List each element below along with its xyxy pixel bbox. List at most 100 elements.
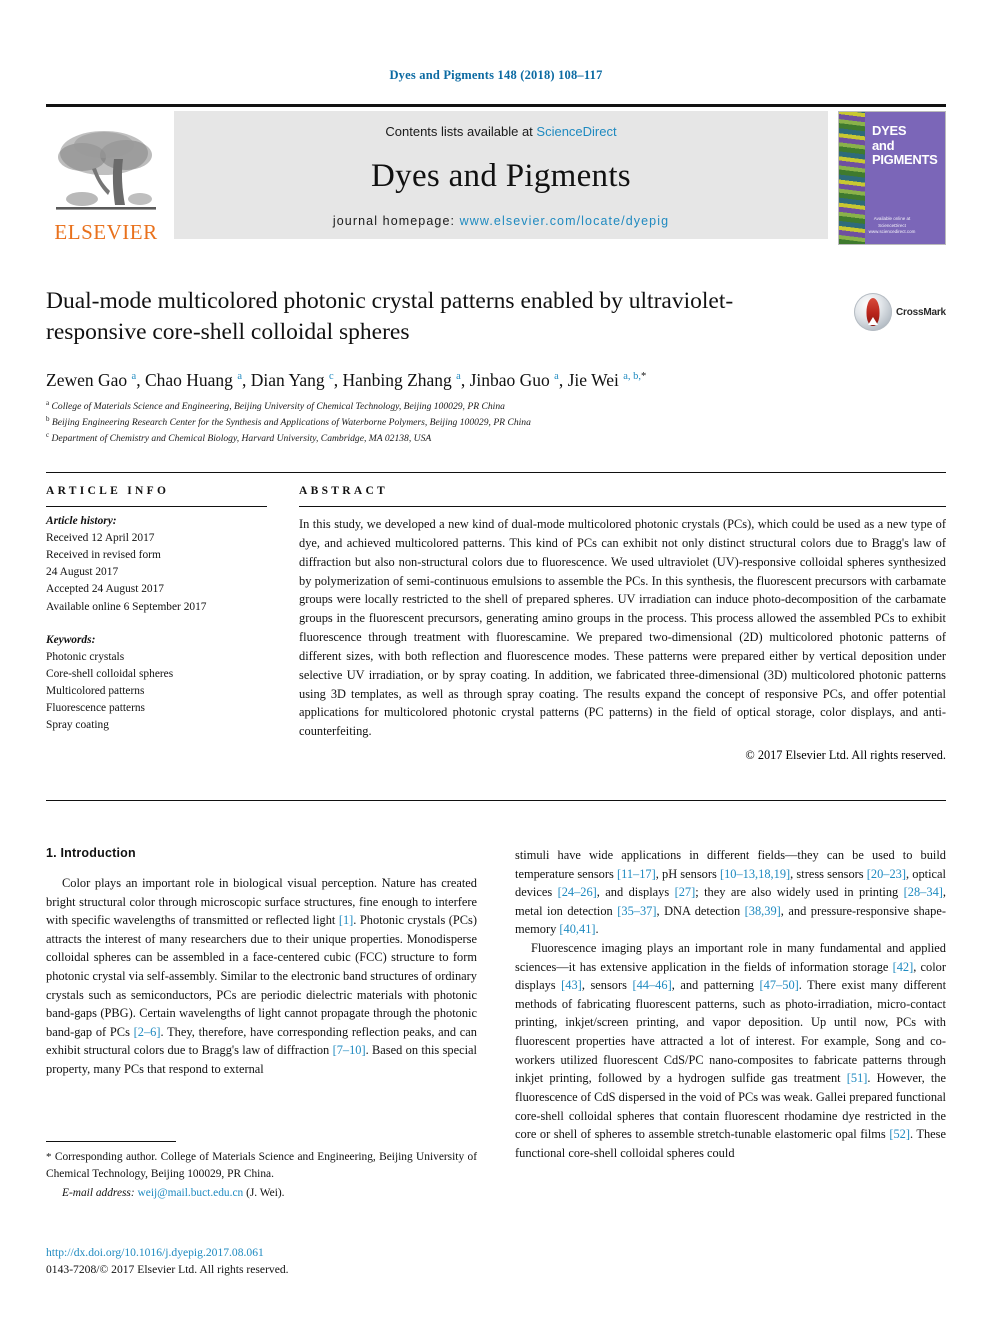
body-column-right: stimuli have wide applications in differ…	[515, 846, 946, 1162]
citation-reference[interactable]: [2–6]	[134, 1025, 161, 1039]
article-history-item: Available online 6 September 2017	[46, 600, 207, 613]
keyword-item: Multicolored patterns	[46, 684, 145, 697]
citation-reference[interactable]: [10–13,18,19]	[720, 867, 790, 881]
citation-reference[interactable]: [44–46]	[632, 978, 671, 992]
abstract-copyright: © 2017 Elsevier Ltd. All rights reserved…	[745, 748, 946, 763]
author-separator: ,	[558, 369, 568, 390]
paragraph-text: , and displays	[596, 885, 675, 900]
affiliation-row: b Beijing Engineering Research Center fo…	[46, 414, 946, 430]
body-paragraph: stimuli have wide applications in differ…	[515, 846, 946, 939]
body-column-left: 1. Introduction Color plays an important…	[46, 846, 477, 1162]
keyword-item: Fluorescence patterns	[46, 702, 145, 715]
article-history-item: Received 12 April 2017	[46, 532, 155, 545]
footnote-corresponding-body: Corresponding author. College of Materia…	[46, 1151, 477, 1180]
citation-reference[interactable]: [42]	[893, 960, 914, 974]
affiliation-text: Beijing Engineering Research Center for …	[49, 417, 531, 429]
cover-title: DYES and PIGMENTS	[872, 123, 938, 168]
left-column-paragraphs: Color plays an important role in biologi…	[46, 874, 477, 1079]
citation-reference[interactable]: [20–23]	[867, 867, 906, 881]
journal-masthead: ELSEVIER Contents lists available at Sci…	[46, 104, 946, 245]
keyword-item: Spray coating	[46, 719, 109, 732]
article-info-body: Article history: Received 12 April 2017 R…	[46, 507, 267, 734]
article-history-list: Received 12 April 2017 Received in revise…	[46, 530, 267, 616]
doi-link[interactable]: http://dx.doi.org/10.1016/j.dyepig.2017.…	[46, 1245, 477, 1262]
email-address-suffix: (J. Wei).	[243, 1187, 285, 1200]
cover-footer: Available online at ScienceDirect www.sc…	[839, 216, 945, 236]
affiliation-text: Department of Chemistry and Chemical Bio…	[49, 433, 432, 445]
author-name: Jie Wei	[567, 369, 624, 390]
cover-footer-line2: ScienceDirect	[878, 222, 906, 228]
footer-doi-block: http://dx.doi.org/10.1016/j.dyepig.2017.…	[46, 1245, 477, 1279]
body-columns: 1. Introduction Color plays an important…	[46, 846, 946, 1162]
masthead-center-panel: Contents lists available at ScienceDirec…	[174, 111, 828, 239]
citation-reference[interactable]: [40,41]	[559, 922, 595, 936]
author-name: Hanbing Zhang	[342, 369, 457, 390]
article-info-heading: ARTICLE INFO	[46, 485, 170, 497]
corresponding-author-footnote: * Corresponding author. College of Mater…	[46, 1141, 477, 1202]
paragraph-text: ; they are also widely used in printing	[695, 885, 904, 900]
page-title: Dual-mode multicolored photonic crystal …	[46, 288, 734, 346]
citation-reference[interactable]: [47–50]	[760, 978, 799, 992]
citation-reference[interactable]: [52]	[889, 1127, 910, 1141]
paragraph-text: . There exist many different methods of …	[515, 978, 947, 1086]
author-list: Zewen Gao a, Chao Huang a, Dian Yang c, …	[46, 369, 946, 392]
author-affiliation-mark: a, b,	[623, 370, 642, 382]
article-history-label: Article history:	[46, 515, 117, 527]
crossmark-label: CrossMark	[896, 306, 946, 318]
affiliation-text: College of Materials Science and Enginee…	[49, 401, 505, 413]
contents-prefix: Contents lists available at	[385, 124, 537, 139]
author-name: Jinbao Guo	[469, 369, 555, 390]
paragraph-text: , sensors	[581, 978, 633, 993]
article-history-item: Received in revised form	[46, 549, 161, 562]
body-paragraph: Color plays an important role in biologi…	[46, 874, 477, 1079]
paragraph-text: .	[595, 922, 599, 937]
author-name: Dian Yang	[250, 369, 330, 390]
citation-reference[interactable]: [51]	[847, 1071, 868, 1085]
affiliation-row: c Department of Chemistry and Chemical B…	[46, 430, 946, 446]
journal-homepage-link[interactable]: www.elsevier.com/locate/dyepig	[460, 214, 669, 228]
article-history-item: 24 August 2017	[46, 566, 119, 579]
cover-footer-line1: Available online at	[873, 215, 911, 221]
homepage-prefix: journal homepage:	[332, 214, 460, 228]
abstract-text: In this study, we developed a new kind o…	[299, 517, 946, 739]
citation-reference[interactable]: [38,39]	[745, 904, 781, 918]
journal-name: Dyes and Pigments	[371, 158, 631, 194]
cover-title-line1: DYES	[872, 123, 907, 138]
article-history-item: Accepted 24 August 2017	[46, 583, 164, 596]
abstract-heading: ABSTRACT	[299, 485, 389, 497]
citation-reference[interactable]: [11–17]	[617, 867, 656, 881]
email-address-link[interactable]: weij@mail.buct.edu.cn	[138, 1187, 244, 1199]
info-abstract-section: ARTICLE INFO Article history: Received 1…	[46, 472, 946, 763]
citation-reference[interactable]: [1]	[339, 913, 353, 927]
contents-lists-line: Contents lists available at ScienceDirec…	[385, 124, 616, 139]
paragraph-text: , pH sensors	[655, 866, 720, 881]
body-paragraph: Fluorescence imaging plays an important …	[515, 939, 946, 1162]
sciencedirect-link[interactable]: ScienceDirect	[536, 124, 616, 139]
citation-reference[interactable]: [35–37]	[617, 904, 656, 918]
body-divider	[46, 800, 946, 801]
running-head: Dyes and Pigments 148 (2018) 108–117	[389, 68, 603, 82]
affiliation-list: a College of Materials Science and Engin…	[46, 398, 946, 446]
citation-reference[interactable]: [7–10]	[333, 1043, 366, 1057]
abstract-column: ABSTRACT In this study, we developed a n…	[289, 485, 946, 763]
paper-page: Dyes and Pigments 148 (2018) 108–117 ELS…	[0, 0, 992, 1323]
paragraph-text: , and patterning	[671, 978, 760, 993]
author-separator: ,	[460, 369, 470, 390]
journal-homepage-line: journal homepage: www.elsevier.com/locat…	[333, 214, 669, 228]
footnote-rule	[46, 1141, 176, 1142]
cover-footer-line3: www.sciencedirect.com	[868, 229, 916, 235]
citation-reference[interactable]: [43]	[561, 978, 582, 992]
keywords-label: Keywords:	[46, 633, 96, 646]
paragraph-text: , DNA detection	[656, 903, 745, 918]
cover-title-line2: and	[872, 137, 895, 153]
journal-cover-thumbnail: DYES and PIGMENTS Available online at Sc…	[838, 111, 946, 245]
citation-reference[interactable]: [24–26]	[558, 885, 597, 899]
citation-reference[interactable]: [27]	[675, 885, 696, 899]
crossmark-badge-group[interactable]: CrossMark	[854, 291, 946, 333]
citation-reference[interactable]: [28–34]	[904, 885, 943, 899]
crossmark-icon	[854, 293, 892, 331]
issn-copyright: 0143-7208/© 2017 Elsevier Ltd. All right…	[46, 1262, 289, 1276]
title-block: Dual-mode multicolored photonic crystal …	[46, 286, 946, 447]
paragraph-text: . Photonic crystals (PCs) attracts the i…	[46, 913, 477, 1039]
